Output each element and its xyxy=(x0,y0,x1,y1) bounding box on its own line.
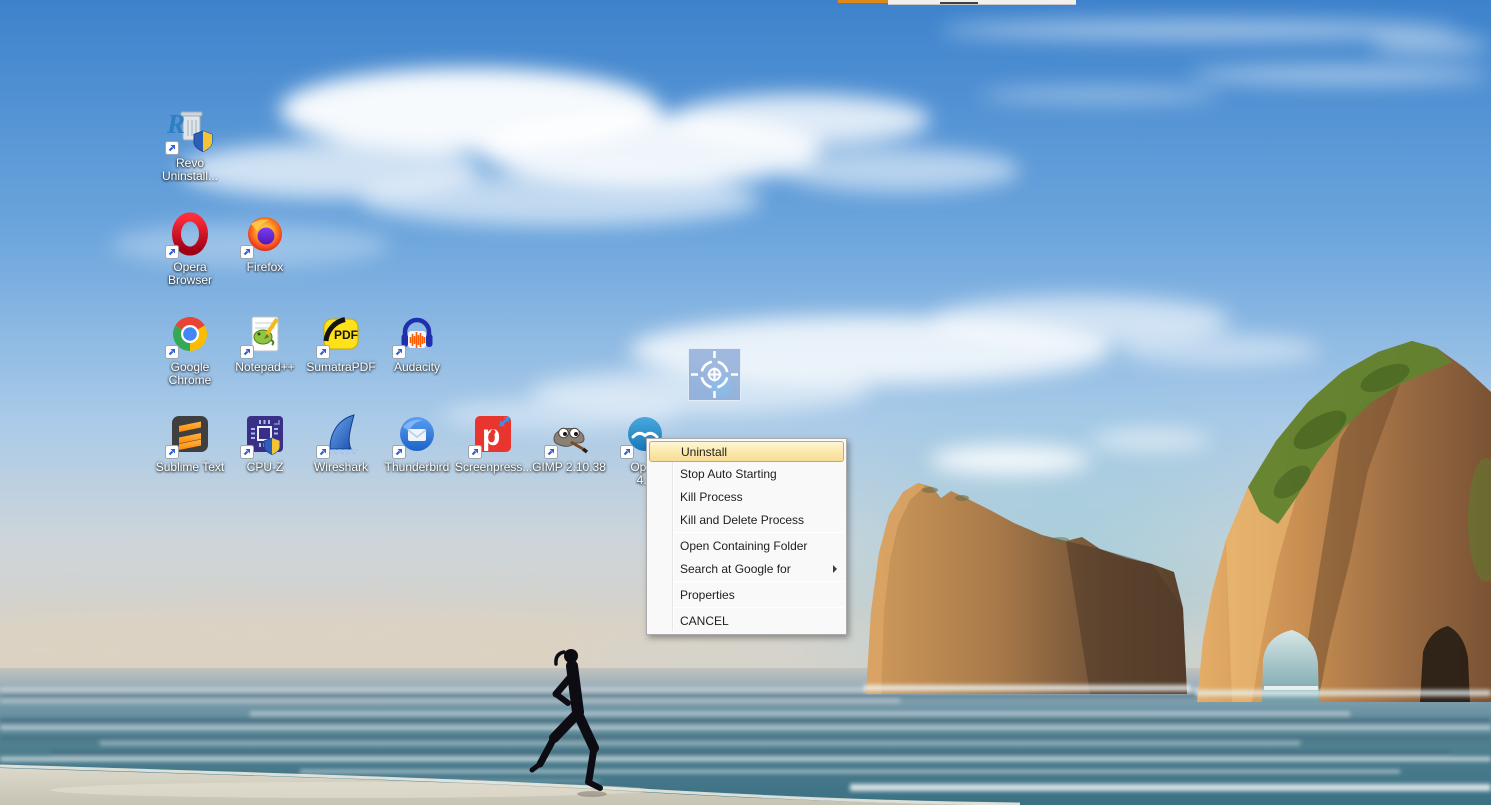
icon-label: Opera Browser xyxy=(152,261,228,287)
shortcut-arrow-icon xyxy=(165,345,179,359)
desktop-icon-opera[interactable]: Opera Browser xyxy=(152,210,228,287)
menu-item-kill-process[interactable]: Kill Process xyxy=(647,485,846,508)
shortcut-arrow-icon xyxy=(165,245,179,259)
desktop-icon-sublime-text[interactable]: Sublime Text xyxy=(152,410,228,474)
shortcut-arrow-icon xyxy=(544,445,558,459)
shortcut-arrow-icon xyxy=(240,445,254,459)
desktop-icon-revo-uninstaller[interactable]: R Revo Uninstall... xyxy=(152,106,228,183)
shortcut-arrow-icon xyxy=(165,445,179,459)
icon-label: Thunderbird xyxy=(379,461,455,474)
icon-label: Sublime Text xyxy=(152,461,228,474)
shortcut-arrow-icon xyxy=(316,345,330,359)
menu-item-uninstall[interactable]: Uninstall xyxy=(649,441,844,462)
icon-label: Notepad++ xyxy=(227,361,303,374)
offscreen-window-accent-edge[interactable] xyxy=(838,0,888,3)
desktop-icon-notepad-plus-plus[interactable]: Notepad++ xyxy=(227,310,303,374)
icon-label: Wireshark xyxy=(303,461,379,474)
desktop-icon-gimp[interactable]: GIMP 2.10.38 xyxy=(531,410,607,474)
desktop-icon-chrome[interactable]: Google Chrome xyxy=(152,310,228,387)
menu-item-kill-and-delete-process[interactable]: Kill and Delete Process xyxy=(647,508,846,531)
menu-separator xyxy=(674,581,844,582)
windows-desktop: { "context_menu": { "items": [ { "type":… xyxy=(0,0,1491,805)
desktop-icon-firefox[interactable]: Firefox xyxy=(227,210,303,274)
menu-item-stop-auto-starting[interactable]: Stop Auto Starting xyxy=(647,462,846,485)
desktop-icon-screenpresso[interactable]: p Screenpress... xyxy=(455,410,531,474)
menu-item-cancel[interactable]: CANCEL xyxy=(647,609,846,632)
icon-label: GIMP 2.10.38 xyxy=(531,461,607,474)
offscreen-window-top-edge[interactable] xyxy=(888,0,1076,5)
shortcut-arrow-icon xyxy=(392,345,406,359)
desktop-icon-audacity[interactable]: Audacity xyxy=(379,310,455,374)
shortcut-arrow-icon xyxy=(165,141,179,155)
icon-label: Google Chrome xyxy=(152,361,228,387)
desktop-icon-sumatrapdf[interactable]: PDF SumatraPDF xyxy=(303,310,379,374)
menu-item-properties[interactable]: Properties xyxy=(647,583,846,606)
desktop-icon-cpu-z[interactable]: CPU-Z xyxy=(227,410,303,474)
svg-text:R: R xyxy=(166,109,185,139)
menu-separator xyxy=(674,532,844,533)
desktop-icon-wireshark[interactable]: Wireshark xyxy=(303,410,379,474)
icon-label: Screenpress... xyxy=(455,461,531,474)
icon-label: Firefox xyxy=(227,261,303,274)
desktop-icon-thunderbird[interactable]: Thunderbird xyxy=(379,410,455,474)
shortcut-arrow-icon xyxy=(240,245,254,259)
icon-label: Revo Uninstall... xyxy=(152,157,228,183)
svg-text:PDF: PDF xyxy=(334,328,358,342)
menu-item-open-containing-folder[interactable]: Open Containing Folder xyxy=(647,534,846,557)
icon-label: Audacity xyxy=(379,361,455,374)
shortcut-arrow-icon xyxy=(240,345,254,359)
icon-label: CPU-Z xyxy=(227,461,303,474)
icon-label: SumatraPDF xyxy=(303,361,379,374)
submenu-arrow-icon xyxy=(833,565,837,573)
shortcut-arrow-icon xyxy=(468,445,482,459)
offscreen-window-grip-line xyxy=(940,2,978,4)
target-crosshair-icon[interactable] xyxy=(688,348,741,401)
menu-separator xyxy=(674,607,844,608)
shortcut-arrow-icon xyxy=(316,445,330,459)
svg-text:p: p xyxy=(482,419,500,452)
shortcut-arrow-icon xyxy=(392,445,406,459)
shortcut-arrow-icon xyxy=(620,445,634,459)
hunter-context-menu: Uninstall Stop Auto Starting Kill Proces… xyxy=(646,438,847,635)
menu-item-search-at-google-for[interactable]: Search at Google for xyxy=(647,557,846,580)
